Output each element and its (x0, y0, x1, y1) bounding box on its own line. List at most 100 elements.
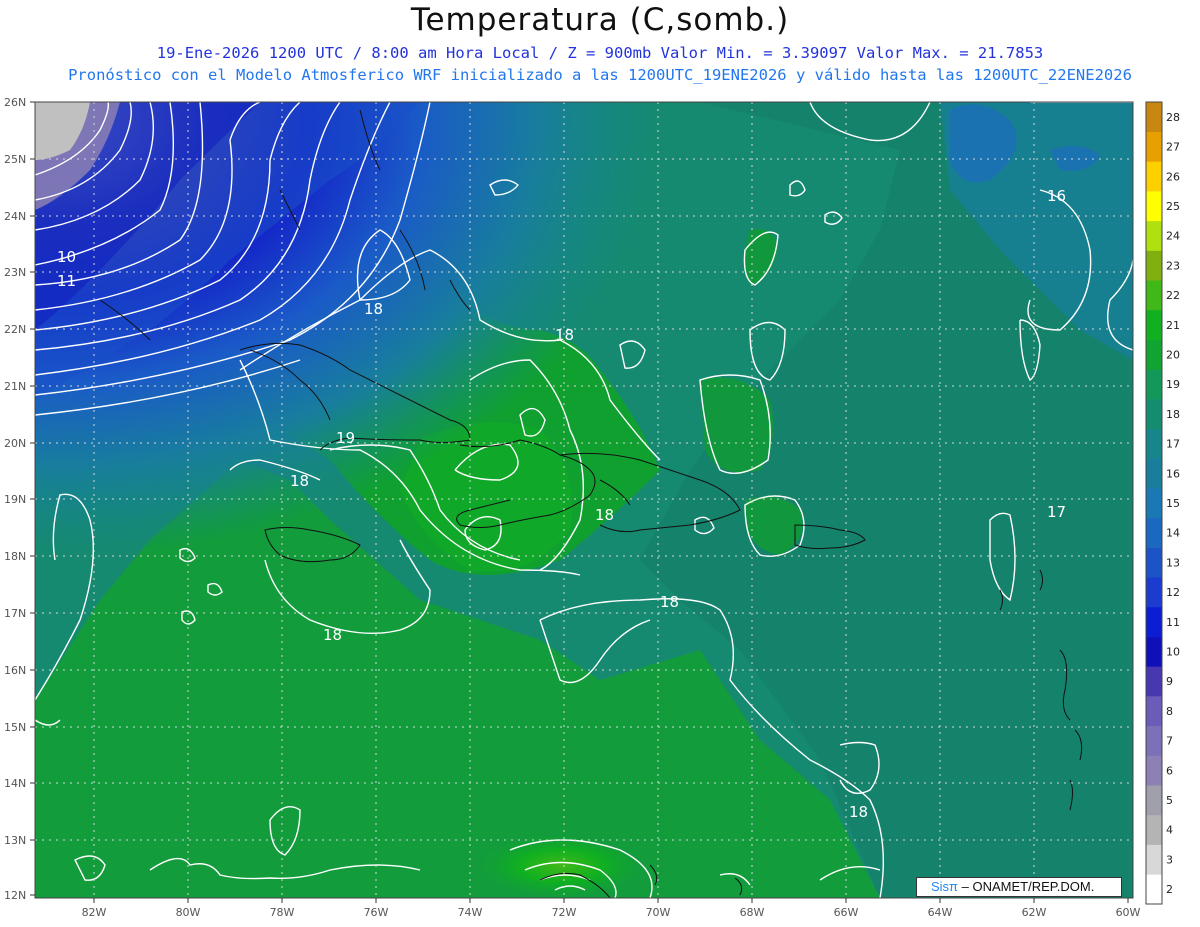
credit-box: Sisπ – ONAMET/REP.DOM. (916, 877, 1122, 897)
colorbar-label: 6 (1166, 764, 1173, 777)
lat-label: 26N (4, 96, 26, 109)
colorbar-swatch (1146, 280, 1162, 311)
colorbar-label: 10 (1166, 646, 1180, 659)
colorbar-swatch (1146, 488, 1162, 519)
contour-label: 18 (595, 506, 614, 524)
lat-label: 14N (4, 777, 26, 790)
contour-label: 18 (364, 300, 383, 318)
map-field: 10 11 16 17 18 18 18 18 18 18 18 19 (35, 102, 1133, 898)
lon-label: 70W (646, 906, 671, 919)
colorbar-label: 4 (1166, 824, 1173, 837)
colorbar-label: 27 (1166, 141, 1180, 154)
contour-label: 19 (336, 429, 355, 447)
colorbar-label: 20 (1166, 348, 1180, 361)
colorbar-swatch (1146, 636, 1162, 667)
colorbar-swatch (1146, 725, 1162, 756)
colorbar-label: 13 (1166, 556, 1180, 569)
colorbar-label: 24 (1166, 230, 1180, 243)
lon-label: 76W (364, 906, 389, 919)
lat-label: 15N (4, 721, 26, 734)
colorbar-label: 15 (1166, 497, 1180, 510)
lon-label: 66W (834, 906, 859, 919)
colorbar-swatch (1146, 220, 1162, 251)
colorbar-swatch (1146, 517, 1162, 548)
lon-label: 68W (740, 906, 765, 919)
lon-label: 80W (176, 906, 201, 919)
lon-label: 74W (458, 906, 483, 919)
colorbar-label: 18 (1166, 408, 1180, 421)
colorbar-swatch (1146, 696, 1162, 727)
colorbar-label: 3 (1166, 853, 1173, 866)
lat-label: 16N (4, 664, 26, 677)
colorbar-swatch (1146, 666, 1162, 697)
lat-label: 21N (4, 380, 26, 393)
lon-label: 78W (270, 906, 295, 919)
colorbar-label: 28 (1166, 111, 1180, 124)
colorbar-swatch (1146, 191, 1162, 222)
lat-label: 19N (4, 493, 26, 506)
lat-label: 13N (4, 834, 26, 847)
colorbar-swatch (1146, 339, 1162, 370)
colorbar-label: 11 (1166, 616, 1180, 629)
colorbar-label: 23 (1166, 259, 1180, 272)
contour-label: 18 (555, 326, 574, 344)
lat-label: 20N (4, 437, 26, 450)
colorbar-label: 22 (1166, 289, 1180, 302)
lon-label: 60W (1116, 906, 1141, 919)
colorbar-label: 16 (1166, 467, 1180, 480)
colorbar-swatch (1146, 606, 1162, 637)
colorbar-swatch (1146, 102, 1162, 132)
colorbar-swatch (1146, 458, 1162, 489)
temperature-map: 10 11 16 17 18 18 18 18 18 18 18 19 26N … (4, 96, 1180, 919)
colorbar-swatch (1146, 577, 1162, 608)
colorbar-label: 5 (1166, 794, 1173, 807)
lat-label: 12N (4, 889, 26, 902)
colorbar: 2345678910111213141516171819202122232425… (1145, 101, 1180, 905)
contour-label: 10 (57, 248, 76, 266)
lat-label: 18N (4, 550, 26, 563)
lon-label: 72W (552, 906, 577, 919)
colorbar-label: 17 (1166, 438, 1180, 451)
lat-label: 22N (4, 323, 26, 336)
colorbar-swatch (1146, 131, 1162, 162)
latitude-labels: 26N 25N 24N 23N 22N 21N 20N 19N 18N 17N … (4, 96, 26, 902)
colorbar-swatch (1146, 547, 1162, 578)
contour-label: 18 (660, 593, 679, 611)
colorbar-label: 7 (1166, 735, 1173, 748)
colorbar-swatch (1146, 785, 1162, 816)
sispi-logo-text: Sisπ (931, 879, 959, 894)
colorbar-swatch (1146, 250, 1162, 281)
credit-text: – ONAMET/REP.DOM. (961, 879, 1095, 894)
longitude-labels: 82W 80W 78W 76W 74W 72W 70W 68W 66W 64W … (82, 906, 1141, 919)
contour-label: 16 (1047, 187, 1066, 205)
contour-label: 11 (57, 272, 76, 290)
lon-label: 62W (1022, 906, 1047, 919)
lon-label: 82W (82, 906, 107, 919)
lat-label: 25N (4, 153, 26, 166)
colorbar-label: 14 (1166, 527, 1180, 540)
colorbar-swatch (1146, 874, 1162, 905)
lat-label: 17N (4, 607, 26, 620)
colorbar-swatch (1146, 428, 1162, 459)
colorbar-swatch (1146, 369, 1162, 400)
lat-label: 23N (4, 266, 26, 279)
colorbar-swatch (1146, 309, 1162, 340)
colorbar-label: 2 (1166, 883, 1173, 896)
colorbar-swatch (1146, 755, 1162, 786)
colorbar-swatch (1146, 844, 1162, 875)
colorbar-label: 26 (1166, 170, 1180, 183)
colorbar-label: 9 (1166, 675, 1173, 688)
colorbar-label: 12 (1166, 586, 1180, 599)
colorbar-swatch (1146, 814, 1162, 845)
colorbar-label: 19 (1166, 378, 1180, 391)
lat-label: 24N (4, 210, 26, 223)
contour-label: 18 (849, 803, 868, 821)
colorbar-label: 21 (1166, 319, 1180, 332)
colorbar-label: 25 (1166, 200, 1180, 213)
contour-label: 17 (1047, 503, 1066, 521)
colorbar-label: 8 (1166, 705, 1173, 718)
colorbar-swatch (1146, 399, 1162, 430)
lon-label: 64W (928, 906, 953, 919)
colorbar-swatch (1146, 161, 1162, 192)
contour-label: 18 (323, 626, 342, 644)
